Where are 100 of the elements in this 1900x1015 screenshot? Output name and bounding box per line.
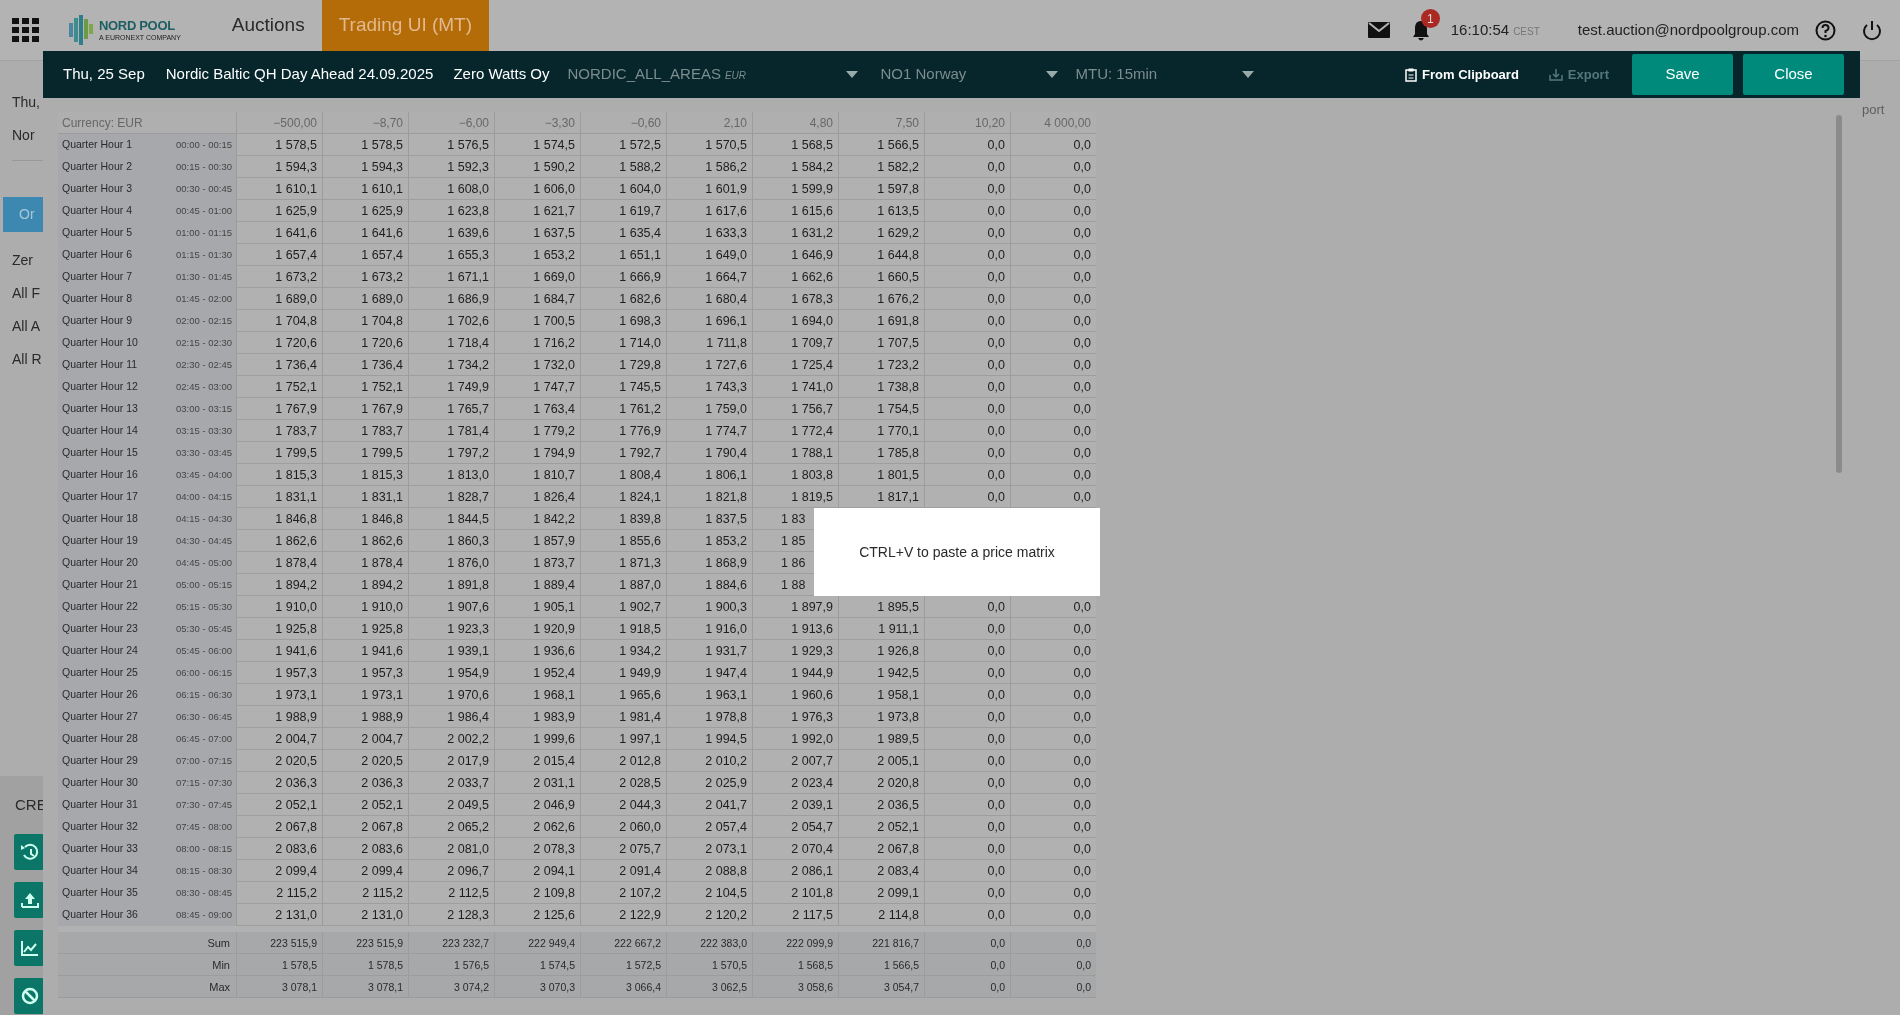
summary-label: Min (211, 958, 231, 973)
row-time: 04:30 - 04:45 (176, 533, 232, 548)
row-label: Quarter Hour 20 (62, 555, 138, 571)
row-time: 04:15 - 04:30 (176, 511, 232, 526)
row-label: Quarter Hour 10 (62, 335, 138, 351)
currency-header: Currency: EUR (61, 115, 144, 132)
row-time: 01:30 - 01:45 (176, 269, 232, 284)
summary-cell: 3 062,5 (666, 976, 752, 998)
row-time: 02:15 - 02:30 (176, 335, 232, 350)
row-label: Quarter Hour 18 (62, 511, 138, 527)
summary-cell: 3 074,2 (408, 976, 494, 998)
row-label: Quarter Hour 24 (62, 643, 138, 659)
row-time: 07:30 - 07:45 (176, 797, 232, 812)
row-label: Quarter Hour 7 (62, 269, 133, 285)
logo-name: NORD POOL (99, 19, 176, 32)
caret-icon (1241, 71, 1254, 78)
upload-button[interactable] (14, 881, 43, 918)
row-label: Quarter Hour 8 (62, 291, 133, 307)
row-label: Quarter Hour 29 (62, 753, 138, 769)
apps-grid-icon[interactable] (12, 18, 39, 42)
timezone-label: CEST (1513, 25, 1540, 39)
row-time: 08:30 - 08:45 (176, 885, 232, 900)
power-icon[interactable] (1862, 19, 1882, 41)
clock-time: 16:10:54 (1450, 19, 1510, 40)
user-email: test.auction@nordpoolgroup.com (1577, 19, 1799, 40)
logo-icon (69, 15, 95, 45)
row-label: Quarter Hour 27 (62, 709, 138, 725)
row-time: 06:00 - 06:15 (176, 665, 232, 680)
caret-icon (1045, 71, 1058, 78)
row-label: Quarter Hour 26 (62, 687, 138, 703)
row-label: Quarter Hour 1 (62, 137, 133, 153)
row-label: Quarter Hour 15 (62, 445, 138, 461)
nav-tab[interactable]: Auctions (214, 0, 322, 51)
zone-dropdown[interactable]: NO1 Norway (880, 63, 1058, 86)
modal-date: Thu, 25 Sep (63, 64, 145, 85)
background-text: Thu, (12, 93, 41, 112)
mail-icon (1367, 22, 1390, 38)
notification-badge: 1 (1420, 9, 1440, 28)
chart-button[interactable] (14, 929, 43, 966)
row-time: 07:15 - 07:30 (176, 775, 232, 790)
area-dropdown[interactable]: NORDIC_ALL_AREAS EUR (567, 63, 858, 86)
summary-cell: 0,0 (1010, 976, 1096, 998)
clipboard-button[interactable]: From Clipboard (1405, 64, 1519, 85)
row-label: Quarter Hour 6 (62, 247, 133, 263)
auction-title: Nordic Baltic QH Day Ahead 24.09.2025 (165, 64, 434, 85)
summary-cell: 0,0 (924, 976, 1010, 998)
row-label: Quarter Hour 33 (62, 841, 138, 857)
row-time: 00:30 - 00:45 (176, 181, 232, 196)
row-time: 05:45 - 06:00 (176, 643, 232, 658)
row-label: Quarter Hour 28 (62, 731, 138, 747)
row-time: 03:45 - 04:00 (176, 467, 232, 482)
download-icon (1548, 68, 1563, 81)
background-text: Nor (12, 126, 36, 145)
row-label: Quarter Hour 23 (62, 621, 138, 637)
scrollbar-thumb[interactable] (1836, 115, 1842, 473)
row-time: 00:15 - 00:30 (176, 159, 232, 174)
history-button[interactable] (14, 833, 43, 870)
row-time: 08:45 - 09:00 (176, 907, 232, 922)
row-time: 03:00 - 03:15 (176, 401, 232, 416)
currency-label: EUR (724, 70, 747, 82)
row-label: Quarter Hour 4 (62, 203, 133, 219)
row-label: Quarter Hour 2 (62, 159, 133, 175)
row-time: 07:45 - 08:00 (176, 819, 232, 834)
row-label: Quarter Hour 22 (62, 599, 138, 615)
help-icon[interactable] (1815, 19, 1836, 41)
row-time: 08:15 - 08:30 (176, 863, 232, 878)
modal-button[interactable]: Close (1743, 54, 1844, 95)
summary-cell: 3 070,3 (494, 976, 580, 998)
row-time: 01:45 - 02:00 (176, 291, 232, 306)
mtu-dropdown[interactable]: MTU: 15min (1075, 63, 1254, 86)
summary-cell: 3 078,1 (322, 976, 408, 998)
row-time: 01:15 - 01:30 (176, 247, 232, 262)
row-time: 08:00 - 08:15 (176, 841, 232, 856)
row-time: 00:45 - 01:00 (176, 203, 232, 218)
row-label: Quarter Hour 12 (62, 379, 138, 395)
row-label: Quarter Hour 5 (62, 225, 133, 241)
row-time: 02:00 - 02:15 (176, 313, 232, 328)
summary-label: Max (208, 980, 231, 995)
summary-cell: 3 054,7 (838, 976, 924, 998)
row-time: 03:30 - 03:45 (176, 445, 232, 460)
row-time: 03:15 - 03:30 (176, 423, 232, 438)
modal-button[interactable]: Save (1632, 54, 1733, 95)
row-time: 05:30 - 05:45 (176, 621, 232, 636)
summary-cell: 3 058,6 (752, 976, 838, 998)
row-label: Quarter Hour 21 (62, 577, 138, 593)
row-label: Quarter Hour 31 (62, 797, 138, 813)
row-time: 02:30 - 02:45 (176, 357, 232, 372)
ban-button[interactable] (14, 977, 43, 1014)
row-time: 02:45 - 03:00 (176, 379, 232, 394)
row-time: 07:00 - 07:15 (176, 753, 232, 768)
summary-label: Sum (206, 936, 231, 951)
background-text: All A (12, 317, 41, 336)
caret-icon (845, 71, 858, 78)
row-time: 04:00 - 04:15 (176, 489, 232, 504)
row-time: 06:30 - 06:45 (176, 709, 232, 724)
row-time: 06:45 - 07:00 (176, 731, 232, 746)
row-label: Quarter Hour 19 (62, 533, 138, 549)
summary-cell: 3 078,1 (236, 976, 322, 998)
paste-hint: CTRL+V to paste a price matrix (859, 542, 1055, 562)
row-label: Quarter Hour 34 (62, 863, 138, 879)
